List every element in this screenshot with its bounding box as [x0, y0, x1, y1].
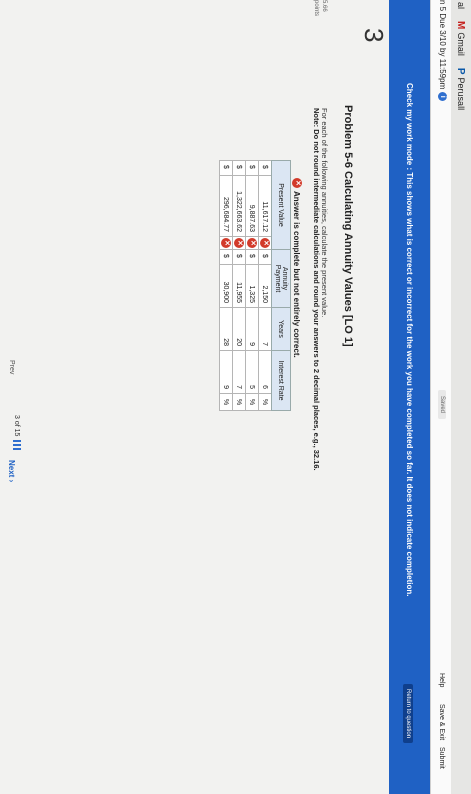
annuity-payment-value: 1,325 — [245, 264, 259, 308]
prev-button[interactable]: Prev — [8, 360, 15, 374]
bookmark-perusall-label: Perusall — [456, 77, 466, 111]
problem-title: Problem 5-6 Calculating Annuity Values [… — [342, 105, 354, 347]
next-button[interactable]: Next › — [7, 460, 16, 482]
page-indicator: 3 of 15 — [13, 415, 21, 437]
answer-status: ✕ Answer is complete but not entirely co… — [292, 178, 302, 358]
incorrect-icon: ✕ — [292, 178, 302, 188]
incorrect-icon: ✕ — [219, 236, 233, 250]
perusall-icon: P — [455, 67, 467, 75]
incorrect-icon: ✕ — [247, 238, 257, 248]
answer-status-text: Answer is complete but not entirely corr… — [292, 191, 302, 358]
due-date: n 5 Due 3/10 by 11:59pm i — [438, 0, 447, 102]
table-row: $11,617.12 ✕ $2,150 7 6% — [258, 160, 272, 411]
check-my-work-banner: Check my work mode : This shows what is … — [389, 0, 430, 794]
interest-rate-value: 7 — [232, 350, 246, 394]
payment-currency: $ — [245, 249, 259, 265]
pv-currency: $ — [232, 160, 246, 176]
info-icon[interactable]: i — [438, 92, 447, 102]
header-interest-rate: Interest Rate — [271, 350, 291, 411]
header-years: Years — [271, 307, 291, 351]
table-header-row: Present Value Annuity Payment Years Inte… — [271, 160, 291, 411]
screenshot-stage: al M Gmail P Perusall n 5 Due 3/10 by 11:5… — [0, 0, 471, 794]
question-grid-icon[interactable] — [13, 440, 21, 451]
table-row: $296,684.77 ✕ $30,900 28 9% — [219, 160, 233, 411]
payment-currency: $ — [258, 249, 272, 265]
question-number: 3 — [359, 28, 389, 43]
table-row: $1,322,663.62 ✕ $11,955 20 7% — [232, 160, 246, 411]
years-value: 20 — [232, 307, 246, 351]
years-value: 28 — [219, 307, 233, 351]
bookmark-gmail[interactable]: M Gmail — [456, 21, 467, 56]
next-label: Next — [7, 460, 16, 478]
bookmark-cut[interactable]: al — [456, 2, 466, 9]
incorrect-icon: ✕ — [245, 236, 259, 250]
present-value-input[interactable]: 296,684.77 — [219, 175, 233, 237]
percent-sign: % — [232, 393, 246, 411]
pv-currency: $ — [245, 160, 259, 176]
payment-currency: $ — [219, 249, 233, 265]
pagination: 3 of 15 — [13, 415, 21, 451]
percent-sign: % — [258, 393, 272, 411]
table-row: $9,887.63 ✕ $1,325 9 5% — [245, 160, 259, 411]
banner-message: Check my work mode : This shows what is … — [405, 83, 414, 597]
present-value-input[interactable]: 11,617.12 — [258, 175, 272, 237]
gmail-icon: M — [455, 21, 467, 30]
years-value: 7 — [258, 307, 272, 351]
rounding-note: Note: Do not round intermediate calculat… — [312, 108, 321, 471]
percent-sign: % — [245, 393, 259, 411]
browser-page: al M Gmail P Perusall n 5 Due 3/10 by 11:5… — [0, 0, 471, 794]
save-exit-button[interactable]: Save & Exit — [438, 704, 445, 740]
due-date-text: n 5 Due 3/10 by 11:59pm — [438, 0, 447, 90]
help-button[interactable]: Help — [438, 673, 445, 687]
interest-rate-value: 6 — [258, 350, 272, 394]
annuity-payment-value: 30,900 — [219, 264, 233, 308]
bookmark-perusall[interactable]: P Perusall — [456, 68, 467, 110]
return-to-question-button[interactable]: Return to question — [403, 684, 413, 744]
table-body: $11,617.12 ✕ $2,150 7 6% $9,887.63 ✕ $1,325 9 5% $… — [219, 160, 272, 411]
question-points: 5.66 points — [312, 0, 328, 16]
chevron-right-icon: › — [7, 479, 16, 483]
interest-rate-value: 5 — [245, 350, 259, 394]
problem-instruction: For each of the following annuities, cal… — [320, 108, 329, 318]
bookmark-gmail-label: Gmail — [456, 32, 466, 56]
saved-indicator: Saved — [438, 390, 446, 420]
present-value-input[interactable]: 9,887.63 — [245, 175, 259, 237]
pv-currency: $ — [219, 160, 233, 176]
payment-currency: $ — [232, 249, 246, 265]
incorrect-icon: ✕ — [260, 238, 270, 248]
bookmark-cut-label: al — [456, 2, 466, 10]
pv-currency: $ — [258, 160, 272, 176]
incorrect-icon: ✕ — [232, 236, 246, 250]
points-label: points — [313, 0, 319, 17]
incorrect-icon: ✕ — [221, 238, 231, 248]
annuity-table: Present Value Annuity Payment Years Inte… — [219, 160, 291, 411]
points-value: 5.66 — [321, 0, 327, 12]
incorrect-icon: ✕ — [234, 238, 244, 248]
interest-rate-value: 9 — [219, 350, 233, 394]
annuity-payment-value: 11,955 — [232, 264, 246, 308]
header-present-value: Present Value — [271, 160, 291, 250]
percent-sign: % — [219, 393, 233, 411]
present-value-input[interactable]: 1,322,663.62 — [232, 175, 246, 237]
annuity-payment-value: 2,150 — [258, 264, 272, 308]
bookmarks-bar: al M Gmail P Perusall — [451, 0, 471, 794]
submit-button[interactable]: Submit — [438, 747, 445, 769]
years-value: 9 — [245, 307, 259, 351]
header-annuity-payment: Annuity Payment — [271, 249, 291, 308]
assignment-header: n 5 Due 3/10 by 11:59pm i Saved Help Sav… — [430, 0, 451, 794]
incorrect-icon: ✕ — [258, 236, 272, 250]
